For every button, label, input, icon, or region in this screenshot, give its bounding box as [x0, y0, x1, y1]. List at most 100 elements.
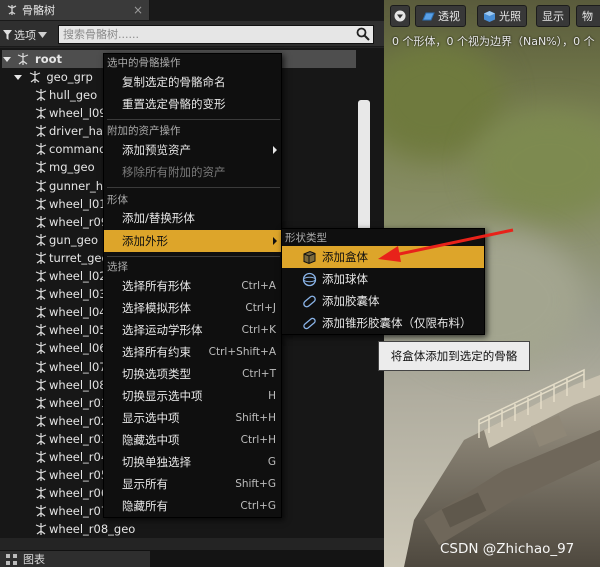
- viewport-menu-button[interactable]: [390, 5, 410, 27]
- tab-strip: [150, 550, 384, 567]
- tree-row-group[interactable]: geo_grp: [14, 68, 93, 86]
- tree-row-bone[interactable]: wheel_l04: [34, 303, 107, 321]
- menu-item-label: 切换显示选中项: [122, 389, 203, 403]
- menu-item-add-tapered-capsule[interactable]: 添加锥形胶囊体（仅限布料）: [282, 312, 484, 334]
- tree-row-bone[interactable]: driver_hat: [34, 122, 107, 140]
- tree-row-bone[interactable]: wheel_r08_geo: [34, 520, 135, 538]
- menu-item-copy-bone-names[interactable]: 复制选定的骨骼命名: [104, 71, 281, 93]
- menu-item-add-preview-asset[interactable]: 添加预览资产: [104, 139, 281, 161]
- tree-row-bone[interactable]: wheel_l08: [34, 376, 107, 394]
- bone-icon: [35, 143, 47, 156]
- menu-item-select-all-bodies[interactable]: 选择所有形体 Ctrl+A: [104, 275, 281, 297]
- bone-icon: [35, 179, 47, 192]
- menu-separator: [107, 256, 280, 257]
- menu-item-add-replace-body[interactable]: 添加/替换形体: [104, 207, 281, 229]
- search-input[interactable]: 搜索骨骼树......: [58, 25, 374, 44]
- menu-item-label: 添加胶囊体: [322, 294, 380, 308]
- shortcut-text: Ctrl+Shift+A: [208, 346, 276, 358]
- tree-row-label: wheel_l09: [49, 106, 107, 121]
- menu-item-label: 选择模拟形体: [122, 301, 191, 315]
- shortcut-text: H: [268, 390, 276, 402]
- menu-item-show-selected[interactable]: 显示选中项 Shift+H: [104, 407, 281, 429]
- tree-row-label: hull_geo: [49, 88, 98, 102]
- tree-row-bone[interactable]: gun_geo: [34, 231, 98, 249]
- tree-row-bone[interactable]: wheel_l05: [34, 321, 107, 339]
- tab-graph[interactable]: 图表: [0, 550, 150, 567]
- menu-section-header: 形状类型: [285, 232, 327, 244]
- close-icon[interactable]: ×: [133, 3, 143, 17]
- menu-item-add-shape[interactable]: 添加外形: [104, 230, 281, 252]
- menu-item-select-kinematic-bodies[interactable]: 选择运动学形体 Ctrl+K: [104, 319, 281, 341]
- menu-item-hide-selected[interactable]: 隐藏选中项 Ctrl+H: [104, 429, 281, 451]
- tree-row-bone[interactable]: wheel_l03: [34, 285, 107, 303]
- tree-row-bone[interactable]: wheel_r02: [34, 412, 108, 430]
- tree-row-bone[interactable]: wheel_l09: [34, 104, 107, 122]
- bone-icon: [35, 469, 47, 482]
- tree-row-label: wheel_r08_geo: [49, 522, 136, 537]
- physics-label: 物: [582, 10, 593, 23]
- tree-row-bone[interactable]: wheel_l07: [34, 358, 107, 376]
- tree-row-label: wheel_r09: [49, 214, 109, 229]
- viewport-stats-text: 0 个形体，0 个视为边界（NaN%），0 个: [392, 35, 595, 48]
- menu-item-label: 复制选定的骨骼命名: [122, 75, 226, 89]
- menu-item-select-simulated-bodies[interactable]: 选择模拟形体 Ctrl+J: [104, 297, 281, 319]
- menu-item-label: 添加外形: [122, 234, 168, 248]
- options-dropdown[interactable]: 选项: [3, 26, 47, 43]
- menu-item-toggle-show-selected[interactable]: 切换显示选中项 H: [104, 385, 281, 407]
- menu-item-select-all-constraints[interactable]: 选择所有约束 Ctrl+Shift+A: [104, 341, 281, 363]
- tree-row-bone[interactable]: wheel_l01: [34, 195, 107, 213]
- lighting-button[interactable]: 光照: [477, 5, 527, 27]
- tree-row-label: geo_grp: [46, 70, 93, 84]
- tree-row-bone[interactable]: wheel_r05: [34, 466, 108, 484]
- menu-section-header: 选择: [107, 261, 128, 273]
- tree-row-label: wheel_l04: [49, 305, 107, 320]
- physics-button[interactable]: 物: [576, 5, 600, 27]
- search-icon[interactable]: [356, 27, 370, 41]
- menu-item-toggle-selection-type[interactable]: 切换选项类型 Ctrl+T: [104, 363, 281, 385]
- tree-row-bone[interactable]: wheel_r07: [34, 502, 108, 520]
- submenu-arrow-icon: [273, 146, 277, 154]
- tree-row-bone[interactable]: wheel_r03: [34, 430, 108, 448]
- menu-item-toggle-single-select[interactable]: 切换单独选择 G: [104, 451, 281, 473]
- box-icon: [303, 250, 316, 265]
- tree-toolbar: 选项 搜索骨骼树......: [0, 20, 384, 47]
- tree-row-label: wheel_l01: [49, 196, 107, 211]
- bone-icon: [35, 342, 47, 355]
- tree-row-label: wheel_l05: [49, 323, 107, 338]
- menu-item-label: 添加盒体: [322, 250, 368, 264]
- search-placeholder: 搜索骨骼树......: [63, 28, 139, 41]
- tree-row-bone[interactable]: hull_geo: [34, 86, 97, 104]
- tree-row-bone[interactable]: gunner_ha: [34, 177, 110, 195]
- tree-row-bone[interactable]: command: [34, 140, 106, 158]
- expand-arrow-icon[interactable]: [14, 75, 22, 80]
- tree-row-bone[interactable]: wheel_l02: [34, 267, 107, 285]
- tree-row-label: wheel_l02: [49, 269, 107, 283]
- tree-row-label: gunner_ha: [49, 178, 111, 193]
- show-button[interactable]: 显示: [536, 5, 570, 27]
- tree-row-label: gun_geo: [49, 232, 99, 247]
- bone-icon: [35, 396, 47, 409]
- tab-skeleton-tree[interactable]: 骨骼树 ×: [0, 0, 150, 20]
- menu-item-label: 添加球体: [322, 272, 368, 286]
- tree-row-bone[interactable]: mg_geo: [34, 158, 95, 176]
- expand-arrow-icon[interactable]: [3, 57, 11, 62]
- tree-row-bone[interactable]: wheel_r06: [34, 484, 108, 502]
- menu-section-header: 形体: [107, 194, 128, 206]
- tree-row-bone[interactable]: turret_geo: [34, 249, 109, 267]
- bone-icon: [35, 215, 47, 228]
- tree-row-bone[interactable]: wheel_r09: [34, 213, 108, 231]
- menu-item-add-capsule[interactable]: 添加胶囊体: [282, 290, 484, 312]
- menu-item-reset-bone-transform[interactable]: 重置选定骨骼的变形: [104, 93, 281, 115]
- bone-icon: [35, 432, 47, 445]
- tree-row-bone[interactable]: wheel_r04: [34, 448, 108, 466]
- menu-item-show-all[interactable]: 显示所有 Shift+G: [104, 473, 281, 495]
- tree-row-label: wheel_r07: [49, 504, 109, 519]
- bone-icon: [35, 324, 47, 337]
- tree-row-bone[interactable]: wheel_r01: [34, 394, 108, 412]
- menu-separator: [107, 187, 280, 188]
- menu-item-hide-all[interactable]: 隐藏所有 Ctrl+G: [104, 495, 281, 517]
- tree-row-bone[interactable]: wheel_l06: [34, 339, 107, 357]
- perspective-button[interactable]: 透视: [415, 5, 466, 27]
- bone-icon: [35, 89, 47, 101]
- bone-icon: [29, 71, 40, 83]
